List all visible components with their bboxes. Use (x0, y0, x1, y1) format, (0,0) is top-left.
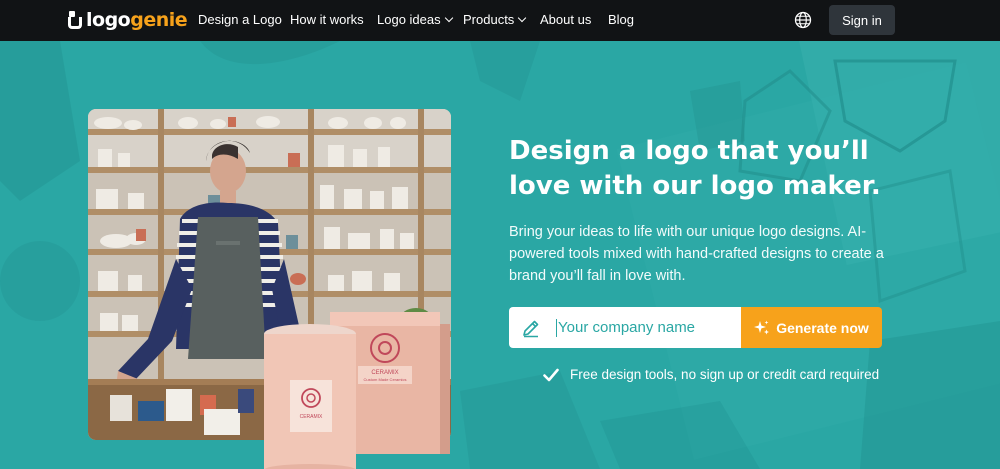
product-packaging-image: CERAMIX Custom Made Ceramics CERAMIX (264, 312, 450, 469)
nav-link-logo-ideas[interactable]: Logo ideas (377, 12, 453, 28)
logo-text-part1: logo (86, 9, 131, 31)
sign-in-button[interactable]: Sign in (829, 5, 895, 35)
generate-now-label: Generate now (776, 319, 869, 336)
nav-link-about-us[interactable]: About us (540, 12, 591, 28)
generate-now-button[interactable]: Generate now (741, 307, 882, 348)
free-tools-note: Free design tools, no sign up or credit … (543, 367, 879, 382)
box-tagline-text: Custom Made Ceramics (364, 377, 407, 382)
nav-link-how-it-works[interactable]: How it works (290, 12, 364, 28)
checkmark-icon (543, 368, 559, 381)
globe-icon[interactable] (794, 11, 812, 29)
hero-heading: Design a logo that you’ll love with our … (509, 136, 881, 201)
chevron-down-icon (518, 13, 527, 23)
nav-link-blog[interactable]: Blog (608, 12, 634, 28)
company-name-form: Generate now (509, 307, 882, 348)
top-navbar: logogenie Design a Logo How it works Log… (0, 0, 1000, 41)
free-tools-note-text: Free design tools, no sign up or credit … (570, 367, 880, 382)
sparkle-icon (754, 320, 770, 334)
box-brand-text: CERAMIX (371, 370, 398, 376)
candle-brand-text: CERAMIX (300, 414, 323, 420)
company-name-field-wrapper (509, 307, 741, 348)
logo-mark-icon (68, 11, 82, 29)
nav-link-design-a-logo[interactable]: Design a Logo (198, 12, 282, 28)
nav-link-products[interactable]: Products (463, 12, 527, 28)
logo-text-part2: genie (130, 9, 188, 31)
company-name-input[interactable] (558, 307, 736, 348)
logogenie-logo[interactable]: logogenie (68, 9, 188, 31)
chevron-down-icon (444, 13, 453, 23)
hero-subtext: Bring your ideas to life with our unique… (509, 224, 884, 284)
pencil-icon (523, 320, 539, 338)
hero-section: CERAMIX Custom Made Ceramics CERAMIX Des… (0, 41, 1000, 469)
text-caret (556, 319, 557, 337)
